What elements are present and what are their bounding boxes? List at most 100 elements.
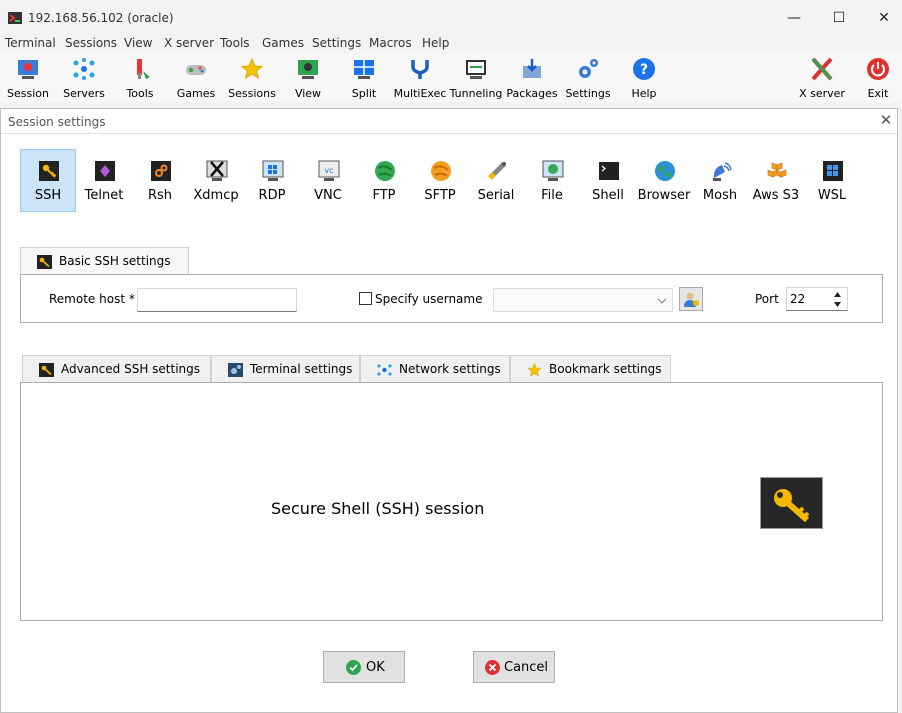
- key-icon: [39, 161, 59, 181]
- cancel-button[interactable]: Cancel: [473, 651, 555, 683]
- tab-basic-ssh-settings[interactable]: Basic SSH settings: [20, 247, 189, 274]
- session-type-shell[interactable]: Shell: [580, 149, 636, 212]
- spin-down-icon[interactable]: [833, 301, 842, 308]
- settings-icon: [579, 59, 598, 78]
- session-type-file[interactable]: File: [524, 149, 580, 212]
- toolbar-help-button[interactable]: ? Help: [614, 54, 674, 102]
- key-icon: [37, 255, 52, 269]
- maximize-button[interactable]: ☐: [819, 6, 859, 30]
- tab-label: Bookmark settings: [549, 362, 662, 376]
- toolbar-sessions-button[interactable]: Sessions: [222, 54, 282, 102]
- maximize-icon: ☐: [832, 10, 846, 26]
- session-settings-dialog: Session settings ✕ SSH Telnet Rsh Xdmcp …: [0, 108, 898, 713]
- menu-x-server[interactable]: X server: [164, 36, 214, 50]
- toolbar-x-server-button[interactable]: X server: [792, 54, 852, 102]
- toolbar-settings-button[interactable]: Settings: [558, 54, 618, 102]
- shell-icon: [599, 162, 619, 180]
- session-type-sftp[interactable]: SFTP: [412, 149, 468, 212]
- terminal-settings-icon: [228, 363, 243, 377]
- menu-settings[interactable]: Settings: [312, 36, 361, 50]
- menu-sessions[interactable]: Sessions: [65, 36, 117, 50]
- browser-icon: [655, 161, 675, 181]
- dialog-close-icon[interactable]: ✕: [877, 111, 895, 129]
- toolbar-games-button[interactable]: Games: [166, 54, 226, 102]
- username-dropdown[interactable]: [493, 288, 673, 312]
- menu-macros[interactable]: Macros: [369, 36, 412, 50]
- session-type-mosh[interactable]: Mosh: [692, 149, 748, 212]
- tab-terminal-settings[interactable]: Terminal settings: [211, 355, 360, 382]
- svg-text:?: ?: [640, 62, 648, 78]
- toolbar-view-button[interactable]: View: [278, 54, 338, 102]
- toolbar-label: Servers: [63, 87, 105, 100]
- session-description-panel: Secure Shell (SSH) session: [20, 382, 883, 621]
- toolbar-label: Tools: [126, 87, 154, 100]
- toolbar-label: Sessions: [228, 87, 276, 100]
- close-button[interactable]: ✕: [864, 6, 902, 30]
- tab-advanced-ssh-settings[interactable]: Advanced SSH settings: [22, 355, 211, 382]
- toolbar-multiexec-button[interactable]: MultiExec: [390, 54, 450, 102]
- toolbar-label: Packages: [506, 87, 558, 100]
- star-icon: [240, 57, 264, 80]
- menu-terminal[interactable]: Terminal: [5, 36, 56, 50]
- menu-tools[interactable]: Tools: [220, 36, 250, 50]
- split-icon: [354, 60, 374, 79]
- toolbar-tools-button[interactable]: Tools: [110, 54, 170, 102]
- session-type-wsl[interactable]: WSL: [804, 149, 860, 212]
- session-type-rsh[interactable]: Rsh: [132, 149, 188, 212]
- session-type-serial[interactable]: Serial: [468, 149, 524, 212]
- menu-help[interactable]: Help: [422, 36, 449, 50]
- session-type-ssh[interactable]: SSH: [20, 149, 76, 212]
- toolbar-exit-button[interactable]: Exit: [848, 54, 902, 102]
- ok-button[interactable]: OK: [323, 651, 405, 683]
- session-type-rdp[interactable]: RDP: [244, 149, 300, 212]
- menu-games[interactable]: Games: [262, 36, 304, 50]
- title-bar: 192.168.56.102 (oracle) — ☐ ✕: [0, 0, 902, 36]
- tab-label: Network settings: [399, 362, 501, 376]
- session-type-telnet[interactable]: Telnet: [76, 149, 132, 212]
- toolbar-servers-button[interactable]: Servers: [54, 54, 114, 102]
- specify-username-checkbox[interactable]: [359, 292, 372, 305]
- key-icon: [774, 489, 810, 523]
- servers-icon: [73, 58, 95, 80]
- remote-host-input[interactable]: [137, 288, 297, 312]
- sftp-icon: [431, 161, 451, 181]
- vnc-icon: vc: [318, 160, 340, 181]
- spin-up-icon[interactable]: [833, 291, 842, 298]
- svg-text:vc: vc: [324, 166, 333, 175]
- port-label: Port: [755, 292, 779, 306]
- user-manager-button[interactable]: [679, 287, 703, 311]
- cancel-label: Cancel: [504, 660, 549, 675]
- file-icon: [542, 160, 564, 181]
- toolbar-session-button[interactable]: Session: [0, 54, 58, 102]
- minimize-button[interactable]: —: [774, 6, 814, 30]
- aws-s3-icon: [767, 162, 787, 178]
- close-icon: ✕: [878, 10, 890, 26]
- user-icon: [684, 292, 699, 307]
- tab-bookmark-settings[interactable]: Bookmark settings: [510, 355, 671, 382]
- ftp-icon: [375, 161, 395, 181]
- toolbar-label: Help: [631, 87, 657, 100]
- toolbar-tunneling-button[interactable]: Tunneling: [446, 54, 506, 102]
- tab-network-settings[interactable]: Network settings: [360, 355, 510, 382]
- packages-icon: [523, 59, 541, 78]
- toolbar-label: Settings: [565, 87, 611, 100]
- telnet-icon: [95, 161, 115, 181]
- minimize-icon: —: [787, 10, 801, 26]
- session-type-xdmcp[interactable]: Xdmcp: [188, 149, 244, 212]
- xdmcp-icon: [206, 160, 228, 181]
- toolbar-split-button[interactable]: Split: [334, 54, 394, 102]
- divider: [1, 133, 897, 134]
- key-icon: [39, 363, 54, 377]
- port-spinner[interactable]: 22: [786, 287, 848, 311]
- session-type-aws-s3[interactable]: Aws S3: [748, 149, 804, 212]
- session-type-ftp[interactable]: FTP: [356, 149, 412, 212]
- port-value: 22: [790, 292, 806, 306]
- ssh-key-image: [760, 477, 823, 529]
- toolbar-packages-button[interactable]: Packages: [502, 54, 562, 102]
- session-type-vnc[interactable]: vc VNC: [300, 149, 356, 212]
- x-server-icon: [811, 57, 833, 81]
- cancel-icon: [485, 660, 500, 675]
- session-type-browser[interactable]: Browser: [636, 149, 692, 212]
- star-icon: [527, 363, 542, 377]
- menu-view[interactable]: View: [124, 36, 152, 50]
